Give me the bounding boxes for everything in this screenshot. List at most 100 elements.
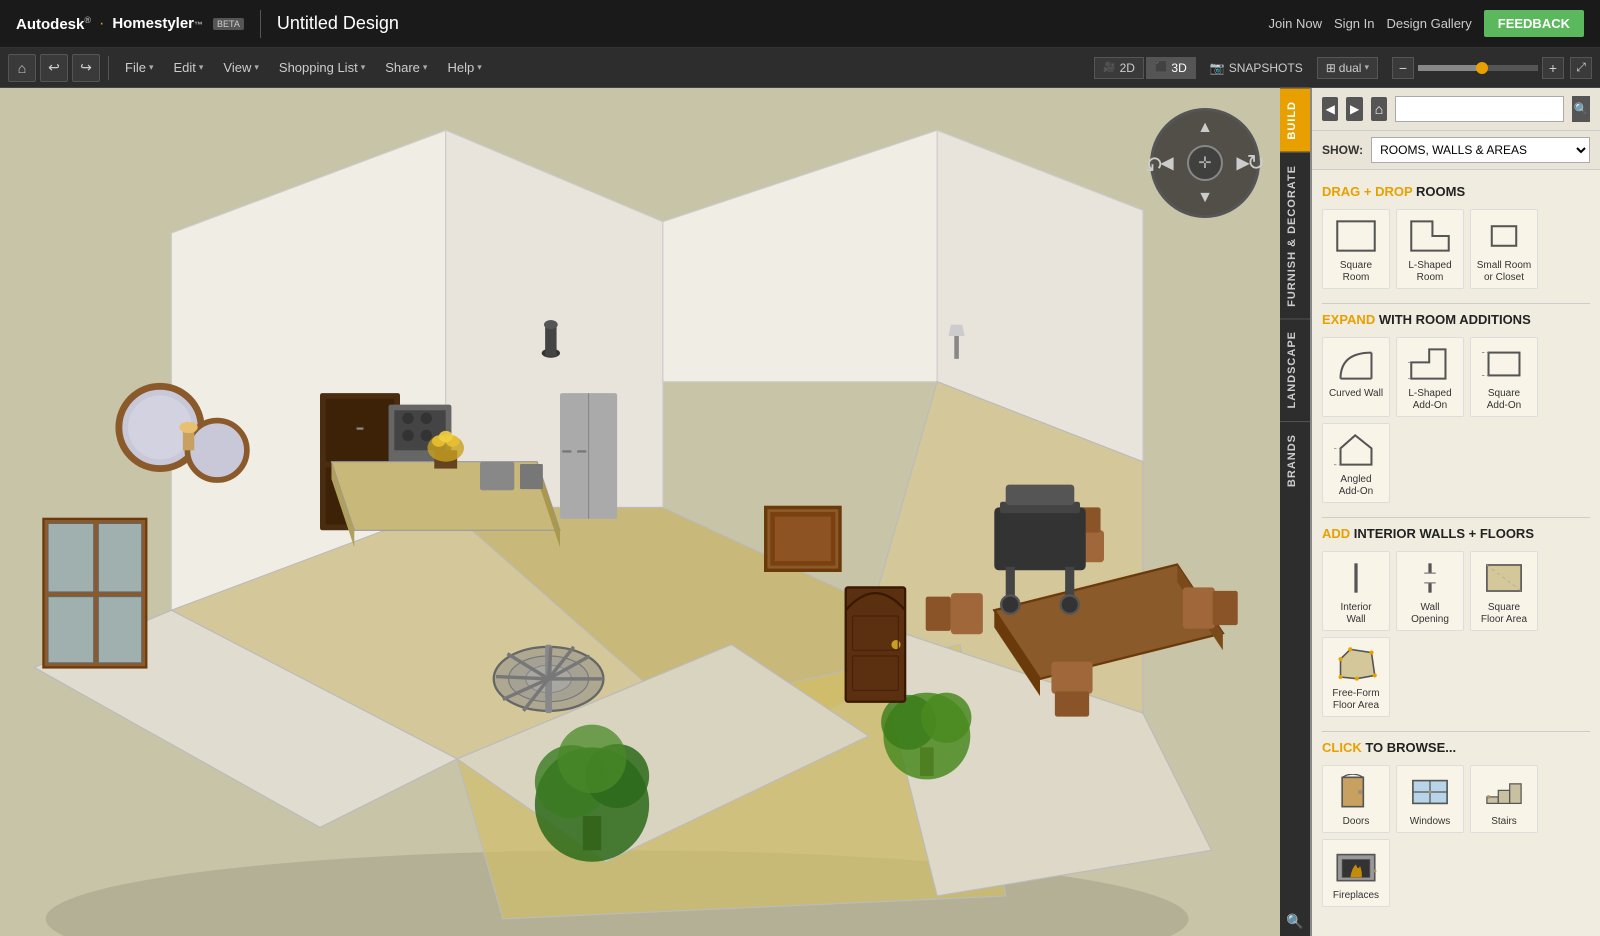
feedback-button[interactable]: FEEDBACK <box>1484 10 1584 37</box>
browse-title: CLICK TO BROWSE... <box>1322 740 1590 755</box>
stairs-label: Stairs <box>1491 816 1517 828</box>
landscape-tab[interactable]: LANDSCAPE <box>1280 318 1310 420</box>
browse-highlight: CLICK <box>1322 740 1362 755</box>
view-3d-button[interactable]: ⬛ 3D <box>1146 57 1196 79</box>
l-shaped-room-item[interactable]: L-ShapedRoom <box>1396 209 1464 289</box>
zoom-thumb[interactable] <box>1476 62 1488 74</box>
fireplaces-icon <box>1329 844 1383 888</box>
camera-icon: 🎥 <box>1103 62 1115 73</box>
redo-icon: ↪ <box>80 59 92 76</box>
rooms-grid: SquareRoom L-ShapedRoom <box>1322 209 1590 289</box>
nav-rotate-left-button[interactable]: ↺ <box>1145 150 1163 176</box>
view-caret: ▾ <box>254 62 259 73</box>
wall-opening-item[interactable]: WallOpening <box>1396 551 1464 631</box>
l-shaped-addon-label: L-ShapedAdd-On <box>1408 388 1451 412</box>
furnish-decorate-tab[interactable]: FURNISH & DECORATE <box>1280 152 1310 319</box>
freeform-floor-item[interactable]: Free-FormFloor Area <box>1322 637 1390 717</box>
wall-opening-icon <box>1403 556 1457 600</box>
home-icon: ⌂ <box>18 60 26 76</box>
panel-search-button[interactable]: 🔍 <box>1280 906 1310 936</box>
search-panel-area: 🔍 <box>1280 906 1310 936</box>
help-menu[interactable]: Help ▾ <box>439 56 489 79</box>
app-logo: Autodesk® · Homestyler™ BETA <box>16 15 244 33</box>
dual-icon: ⊞ <box>1326 61 1336 75</box>
curved-wall-item[interactable]: Curved Wall <box>1322 337 1390 417</box>
edit-menu[interactable]: Edit ▾ <box>165 56 211 79</box>
freeform-floor-icon <box>1329 642 1383 686</box>
build-tab[interactable]: BUILD <box>1280 88 1310 152</box>
square-addon-item[interactable]: SquareAdd-On <box>1470 337 1538 417</box>
nav-controls: ▲ ▼ ◀ ▶ ✛ ↺ ↻ <box>1150 108 1260 218</box>
logo-autodesk: Autodesk® <box>16 15 91 33</box>
interior-grid: InteriorWall WallOpening <box>1322 551 1590 717</box>
share-menu[interactable]: Share ▾ <box>377 56 435 79</box>
interior-highlight: ADD <box>1322 526 1350 541</box>
brands-tab[interactable]: BRANDS <box>1280 421 1310 499</box>
logo-beta: BETA <box>213 18 244 30</box>
toolbar-sep-1 <box>108 56 109 80</box>
l-shaped-addon-item[interactable]: L-ShapedAdd-On <box>1396 337 1464 417</box>
cube-icon: ⬛ <box>1155 62 1167 73</box>
panel-back-button[interactable]: ◀ <box>1322 97 1338 121</box>
fireplaces-label: Fireplaces <box>1333 890 1379 902</box>
small-room-item[interactable]: Small Roomor Closet <box>1470 209 1538 289</box>
show-dropdown[interactable]: ROOMS, WALLS & AREAS ALL FLOORS ONLY <box>1371 137 1590 163</box>
undo-button[interactable]: ↩ <box>40 54 68 82</box>
panel-search-submit[interactable]: 🔍 <box>1572 96 1590 122</box>
main-layout: ▲ ▼ ◀ ▶ ✛ ↺ ↻ BUILD FURNISH & DECORATE L… <box>0 88 1600 936</box>
nav-down-button[interactable]: ▼ <box>1197 189 1213 207</box>
nav-rotate-right-button[interactable]: ↻ <box>1247 150 1265 176</box>
snapshots-button[interactable]: 📷 SNAPSHOTS <box>1202 58 1311 78</box>
dual-view-button[interactable]: ⊞ dual ▾ <box>1317 57 1378 79</box>
interior-wall-icon <box>1329 556 1383 600</box>
join-now-link[interactable]: Join Now <box>1269 16 1322 31</box>
freeform-floor-label: Free-FormFloor Area <box>1332 688 1379 712</box>
windows-label: Windows <box>1410 816 1451 828</box>
home-button[interactable]: ⌂ <box>8 54 36 82</box>
zoom-slider[interactable] <box>1418 65 1538 71</box>
interior-wall-label: InteriorWall <box>1340 602 1371 626</box>
angled-addon-item[interactable]: AngledAdd-On <box>1322 423 1390 503</box>
angled-addon-icon <box>1329 428 1383 472</box>
nav-center-button[interactable]: ✛ <box>1187 145 1223 181</box>
doors-item[interactable]: Doors <box>1322 765 1390 833</box>
panel-search-input[interactable] <box>1395 96 1564 122</box>
doors-icon <box>1329 770 1383 814</box>
zoom-fill <box>1418 65 1478 71</box>
top-bar: Autodesk® · Homestyler™ BETA Untitled De… <box>0 0 1600 48</box>
windows-icon <box>1403 770 1457 814</box>
design-gallery-link[interactable]: Design Gallery <box>1387 16 1472 31</box>
file-menu[interactable]: File ▾ <box>117 56 161 79</box>
sign-in-link[interactable]: Sign In <box>1334 16 1374 31</box>
fullscreen-button[interactable]: ⤢ <box>1570 57 1592 79</box>
nav-up-button[interactable]: ▲ <box>1197 119 1213 137</box>
toolbar: ⌂ ↩ ↪ File ▾ Edit ▾ View ▾ Shopping List… <box>0 48 1600 88</box>
zoom-plus-button[interactable]: + <box>1542 57 1564 79</box>
zoom-minus-button[interactable]: − <box>1392 57 1414 79</box>
stairs-item[interactable]: Stairs <box>1470 765 1538 833</box>
shopping-list-menu[interactable]: Shopping List ▾ <box>271 56 373 79</box>
section-div-1 <box>1322 303 1590 304</box>
interior-wall-item[interactable]: InteriorWall <box>1322 551 1390 631</box>
dual-caret: ▾ <box>1364 62 1369 73</box>
zoom-bar: − + <box>1392 57 1564 79</box>
expand-highlight: EXPAND <box>1322 312 1375 327</box>
square-room-item[interactable]: SquareRoom <box>1322 209 1390 289</box>
view-menu[interactable]: View ▾ <box>215 56 266 79</box>
canvas-area[interactable]: ▲ ▼ ◀ ▶ ✛ ↺ ↻ <box>0 88 1280 936</box>
edit-caret: ▾ <box>199 62 204 73</box>
section-div-3 <box>1322 731 1590 732</box>
windows-item[interactable]: Windows <box>1396 765 1464 833</box>
view-2d-button[interactable]: 🎥 2D <box>1094 57 1144 79</box>
interior-title: ADD INTERIOR WALLS + FLOORS <box>1322 526 1590 541</box>
panel-home-button[interactable]: ⌂ <box>1371 97 1387 121</box>
square-floor-item[interactable]: SquareFloor Area <box>1470 551 1538 631</box>
file-caret: ▾ <box>149 62 154 73</box>
redo-button[interactable]: ↪ <box>72 54 100 82</box>
interior-suffix: INTERIOR WALLS + FLOORS <box>1354 526 1534 541</box>
fireplaces-item[interactable]: Fireplaces <box>1322 839 1390 907</box>
panel-forward-button[interactable]: ▶ <box>1346 97 1362 121</box>
panel-content: DRAG + DROP ROOMS SquareRoom <box>1312 170 1600 936</box>
top-right-nav: Join Now Sign In Design Gallery FEEDBACK <box>1269 10 1584 37</box>
square-room-icon <box>1329 214 1383 258</box>
